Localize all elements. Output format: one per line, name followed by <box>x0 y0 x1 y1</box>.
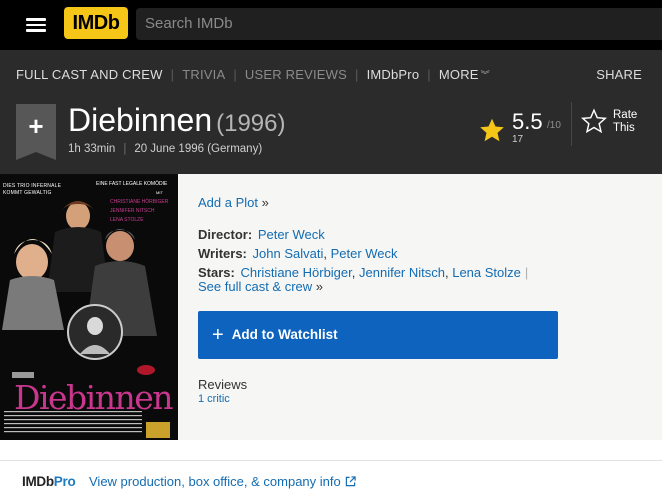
search-input[interactable] <box>136 8 662 40</box>
title-details: Add a Plot » Director: Peter Weck Writer… <box>178 174 662 440</box>
nav-more[interactable]: MORE ︾ <box>439 67 490 82</box>
reviews-label: Reviews <box>198 377 248 392</box>
imdb-logo[interactable]: IMDb <box>64 7 128 39</box>
chevron-down-icon: ︾ <box>480 70 490 80</box>
star-link[interactable]: Christiane Hörbiger <box>240 265 351 280</box>
critic-reviews-link[interactable]: 1 critic <box>198 393 230 405</box>
full-cast-link[interactable]: See full cast & crew <box>198 279 312 294</box>
release-date[interactable]: 20 June 1996 (Germany) <box>134 143 262 155</box>
nav-user-reviews[interactable]: USER REVIEWS <box>245 67 347 82</box>
plus-icon: + <box>212 323 224 346</box>
rating-summary[interactable]: 5.5 /10 17 <box>478 106 568 150</box>
rating-scale: /10 <box>547 120 561 131</box>
external-link-icon <box>345 476 356 487</box>
writers-row: Writers: John Salvati, Peter Weck <box>198 246 398 261</box>
imdbpro-logo[interactable]: IMDbPro <box>22 474 76 489</box>
title-meta: 1h 33min | 20 June 1996 (Germany) <box>68 143 263 155</box>
poster-subtitle: EINE FAST LEGALE KOMÖDIE <box>96 181 168 187</box>
rate-this-button[interactable]: Rate This <box>580 106 650 146</box>
nav-trivia[interactable]: TRIVIA <box>182 67 225 82</box>
plot-section: Add a Plot » <box>198 195 269 210</box>
stars-row: Stars: Christiane Hörbiger, Jennifer Nit… <box>198 265 529 280</box>
top-bar: IMDb <box>0 0 662 50</box>
poster-title: Diebinnen <box>14 378 174 417</box>
divider <box>0 460 662 461</box>
add-to-watchlist-ribbon[interactable]: + <box>16 104 56 160</box>
full-cast-row: See full cast & crew » <box>198 279 323 294</box>
star-outline-icon <box>580 108 608 134</box>
nav-full-cast[interactable]: FULL CAST AND CREW <box>16 67 163 82</box>
movie-poster[interactable]: DIES TRIO INFERNALE KOMMT GEWALTIG EINE F… <box>0 174 178 440</box>
divider <box>571 102 572 146</box>
director-row: Director: Peter Weck <box>198 227 325 242</box>
menu-icon[interactable] <box>26 17 46 33</box>
star-icon <box>480 118 504 142</box>
rating-value: 5.5 <box>512 109 543 134</box>
star-link[interactable]: Jennifer Nitsch <box>359 265 445 280</box>
title-year[interactable]: (1996) <box>216 110 285 137</box>
imdbpro-link[interactable]: View production, box office, & company i… <box>89 474 356 489</box>
share-button[interactable]: SHARE <box>596 67 642 82</box>
add-plot-link[interactable]: Add a Plot <box>198 195 258 210</box>
director-link[interactable]: Peter Weck <box>258 227 325 242</box>
poster-tagline: DIES TRIO INFERNALE KOMMT GEWALTIG <box>3 183 62 196</box>
add-to-watchlist-button[interactable]: + Add to Watchlist <box>198 311 558 359</box>
page-title: Diebinnen (1996) <box>68 102 286 138</box>
poster-mit: MIT <box>156 190 163 195</box>
imdbpro-banner: IMDbPro View production, box office, & c… <box>0 440 662 502</box>
star-link[interactable]: Lena Stolze <box>452 265 521 280</box>
title-block: + Diebinnen (1996) 1h 33min | 20 June 1996 … <box>0 98 662 174</box>
rating-count: 17 <box>512 134 524 145</box>
runtime: 1h 33min <box>68 143 116 155</box>
plus-icon: + <box>28 111 44 141</box>
sub-nav: FULL CAST AND CREW | TRIVIA | USER REVIEWS | I… <box>0 50 662 98</box>
writer-link[interactable]: Peter Weck <box>331 246 398 261</box>
sub-nav-links: FULL CAST AND CREW | TRIVIA | USER REVIEWS | I… <box>16 67 490 82</box>
writer-link[interactable]: John Salvati <box>253 246 324 261</box>
nav-imdbpro[interactable]: IMDbPro <box>367 67 420 82</box>
poster-cast: CHRISTIANE HÖRBIGER JENNIFER NITSCH LENA S… <box>110 199 169 223</box>
